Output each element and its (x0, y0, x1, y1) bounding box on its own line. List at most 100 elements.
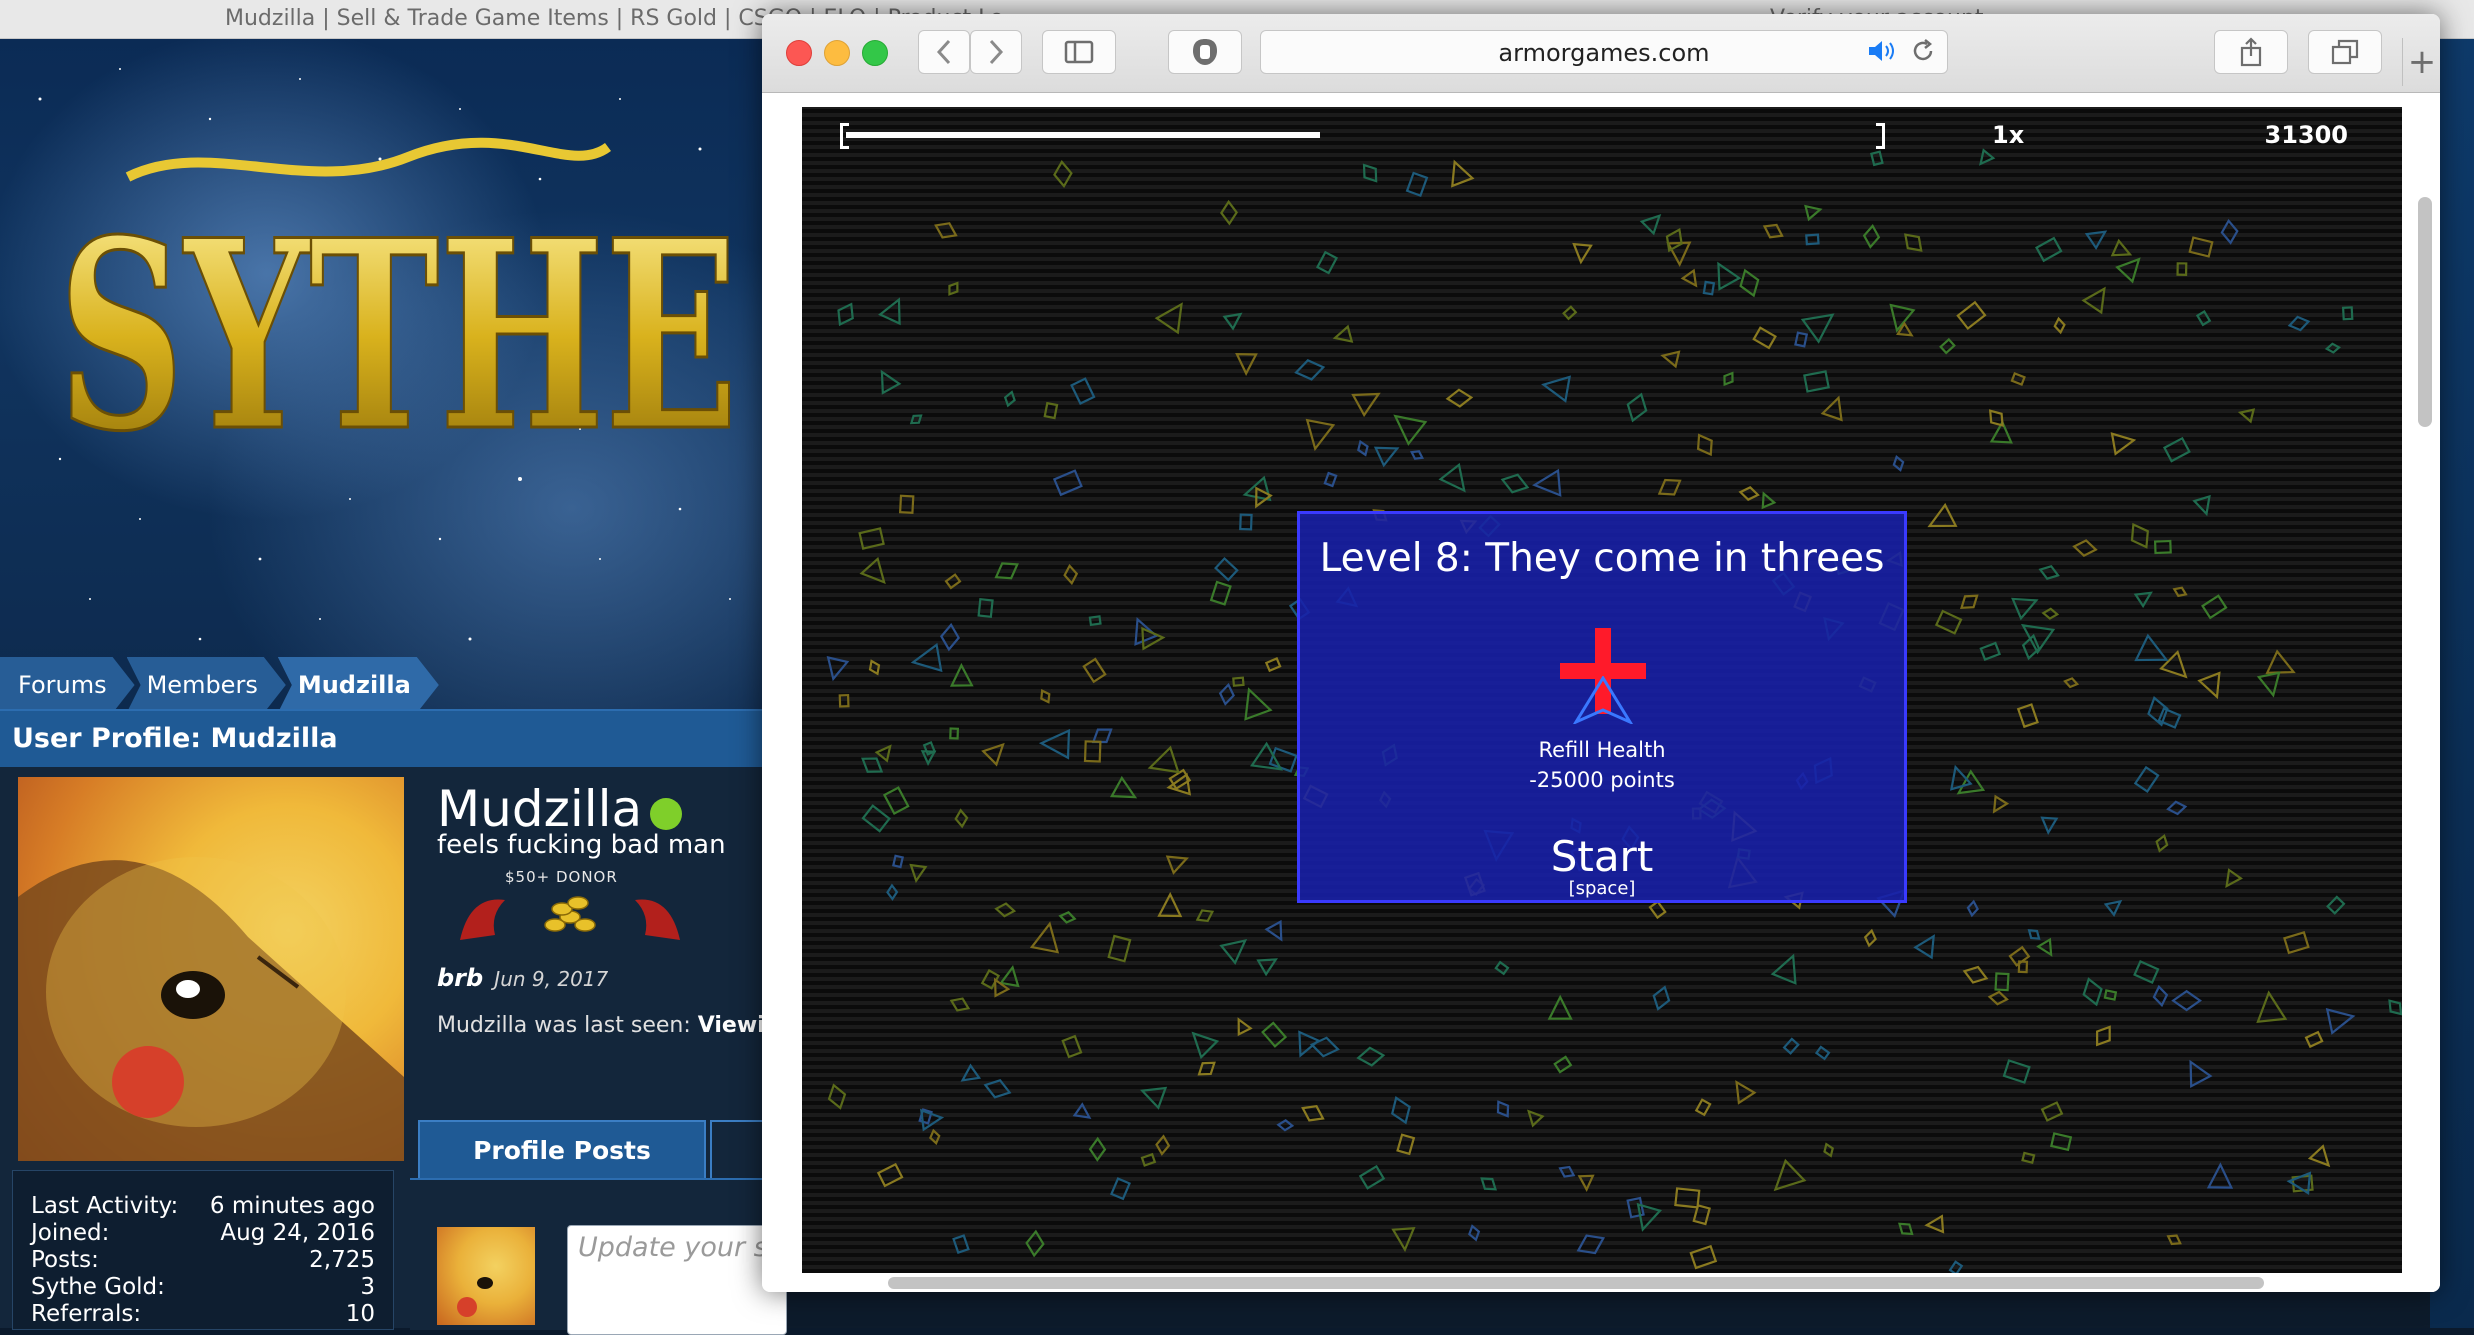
enemy-particle (999, 964, 1020, 988)
enemy-particle (1927, 502, 1958, 528)
enemy-particle (1738, 486, 1760, 501)
enemy-particle (2283, 930, 2310, 955)
enemy-particle (944, 573, 962, 590)
stat-value: 10 (345, 1301, 375, 1327)
enemy-particle (1264, 919, 1283, 942)
enemy-particle (1038, 728, 1071, 760)
speaker-icon[interactable] (1867, 39, 1897, 63)
back-button[interactable] (918, 30, 970, 74)
breadcrumb-mudzilla[interactable]: Mudzilla (278, 657, 439, 709)
enemy-particle (1562, 305, 1578, 321)
enemy-particle (1782, 1037, 1800, 1055)
enemy-particle (2096, 1025, 2111, 1047)
enemy-particle (1239, 513, 1253, 531)
sidebar-icon (1064, 40, 1094, 64)
score-multiplier: 1x (1992, 121, 2025, 149)
enemy-particle (1195, 909, 1215, 923)
profile-avatar[interactable] (18, 777, 404, 1161)
enemy-particle (1261, 1021, 1288, 1048)
enemy-particle (2155, 833, 2169, 853)
donor-badge-label: $50+ DONOR (505, 868, 618, 886)
enemy-particle (994, 902, 1017, 918)
enemy-particle (2011, 597, 2039, 621)
start-key-hint: [space] (1568, 878, 1636, 899)
game-canvas[interactable]: 1x 31300 Level 8: They come in threes Re… (802, 107, 2402, 1273)
breadcrumb-forums[interactable]: Forums (0, 657, 135, 709)
enemy-particle (2159, 649, 2188, 679)
enemy-particle (1913, 934, 1935, 960)
enemy-particle (909, 863, 928, 884)
tab-profile-posts[interactable]: Profile Posts (418, 1120, 706, 1178)
enemy-particle (1558, 1165, 1576, 1178)
enemy-particle (1323, 471, 1338, 488)
share-button[interactable] (2214, 30, 2288, 74)
status-update-input[interactable]: Update your s (567, 1225, 787, 1335)
enemy-particle (1966, 899, 1979, 918)
enemy-particle (1222, 312, 1243, 331)
enemy-particle (2326, 895, 2346, 915)
stat-row-sythe-gold: Sythe Gold: 3 (31, 1274, 375, 1302)
enemy-particle (1110, 1177, 1131, 1201)
enemy-particle (878, 297, 901, 326)
last-seen-line: Mudzilla was last seen: Viewi (437, 1013, 765, 1038)
enemy-particle (2325, 1007, 2356, 1035)
enemy-particle (1165, 855, 1189, 875)
enemy-particle (1351, 392, 1381, 418)
enemy-particle (2152, 984, 2169, 1008)
enemy-particle (1541, 375, 1572, 403)
enemy-particle (2040, 1101, 2064, 1122)
last-seen-value[interactable]: Viewi (698, 1013, 765, 1038)
breadcrumb-members[interactable]: Members (127, 657, 286, 709)
enemy-particle (837, 302, 854, 327)
enemy-particle (2256, 671, 2281, 698)
stat-row-posts: Posts: 2,725 (31, 1247, 375, 1275)
enemy-particle (1264, 657, 1282, 673)
address-bar[interactable]: armorgames.com (1260, 30, 1948, 74)
stat-value[interactable]: 2,725 (309, 1247, 375, 1273)
start-button[interactable]: Start (1300, 832, 1904, 881)
profile-heading: User Profile: Mudzilla (12, 723, 338, 754)
vertical-scrollbar[interactable] (2418, 197, 2432, 427)
enemy-particle (1863, 928, 1877, 948)
enemy-particle (898, 494, 915, 514)
enemy-particle (1626, 1196, 1645, 1219)
close-window-icon[interactable] (786, 40, 812, 66)
show-tabs-button[interactable] (2308, 30, 2382, 74)
enemy-particle (2133, 765, 2160, 793)
minimize-window-icon[interactable] (824, 40, 850, 66)
forward-button[interactable] (970, 30, 1022, 74)
enemy-particle (2072, 539, 2098, 558)
plus-icon[interactable]: + (2402, 38, 2440, 86)
enemy-particle (891, 854, 905, 869)
enemy-particle (910, 642, 943, 673)
enemy-particle (1029, 921, 1060, 954)
enemy-particle (1396, 1133, 1416, 1156)
sidebar-button[interactable] (1042, 30, 1116, 74)
enemy-particle (1409, 450, 1425, 460)
enemy-particle (1218, 682, 1235, 706)
enemy-particle (1154, 302, 1183, 335)
enemy-particle (1680, 268, 1698, 288)
horizontal-scrollbar[interactable] (888, 1277, 2264, 1289)
enemy-particle (868, 659, 881, 676)
privacy-extension-button[interactable] (1168, 30, 1242, 74)
reload-icon[interactable] (1911, 39, 1935, 63)
chevron-left-icon (936, 39, 951, 65)
enemy-particle (1082, 657, 1107, 684)
status-date[interactable]: Jun 9, 2017 (494, 967, 608, 991)
enemy-particle (2081, 286, 2106, 315)
enemy-particle (1626, 392, 1648, 423)
poster-avatar[interactable] (437, 1227, 535, 1325)
enemy-particle (1553, 1055, 1573, 1074)
refill-health-label[interactable]: Refill Health (1300, 738, 1904, 762)
enemy-particle (2050, 1132, 2073, 1152)
enemy-particle (2307, 1144, 2331, 1168)
enemy-particle (2147, 696, 2169, 727)
zoom-window-icon[interactable] (862, 40, 888, 66)
enemy-particle (1800, 313, 1835, 344)
enemy-particle (1003, 390, 1016, 408)
enemy-particle (827, 1083, 847, 1110)
profile-status: brb Jun 9, 2017 (437, 964, 608, 992)
enemy-particle (1109, 775, 1138, 799)
enemy-particle (949, 662, 974, 687)
